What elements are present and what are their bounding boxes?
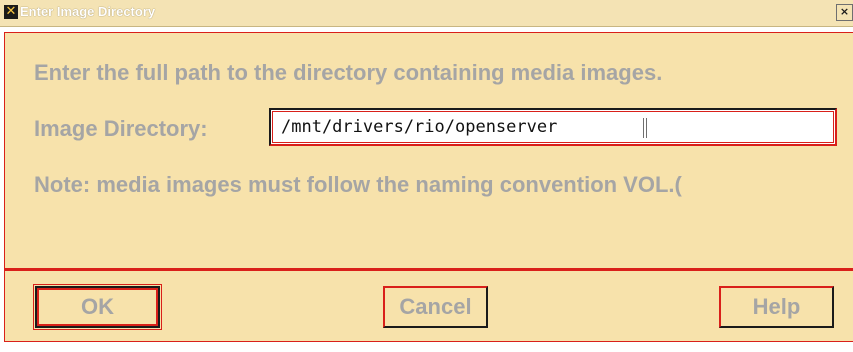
x-window-icon: ✕ xyxy=(4,4,18,19)
button-bar: OK Cancel Help xyxy=(4,271,853,342)
cancel-button[interactable]: Cancel xyxy=(383,286,488,328)
instruction-text: Enter the full path to the directory con… xyxy=(34,60,663,85)
help-button[interactable]: Help xyxy=(719,286,834,328)
dialog-body: Enter the full path to the directory con… xyxy=(4,32,853,269)
close-icon[interactable]: × xyxy=(836,4,853,21)
image-directory-value: /mnt/drivers/rio/openserver xyxy=(281,117,558,137)
text-cursor-icon xyxy=(643,118,647,138)
window-title: Enter Image Directory xyxy=(20,4,156,19)
ok-button[interactable]: OK xyxy=(35,286,160,328)
enter-image-directory-dialog: ✕ Enter Image Directory × Enter the full… xyxy=(0,0,853,347)
image-directory-label: Image Directory: xyxy=(34,116,208,141)
title-bar[interactable]: ✕ Enter Image Directory × xyxy=(0,0,853,27)
image-directory-input[interactable]: /mnt/drivers/rio/openserver xyxy=(269,108,837,146)
naming-convention-note: Note: media images must follow the namin… xyxy=(34,172,682,197)
